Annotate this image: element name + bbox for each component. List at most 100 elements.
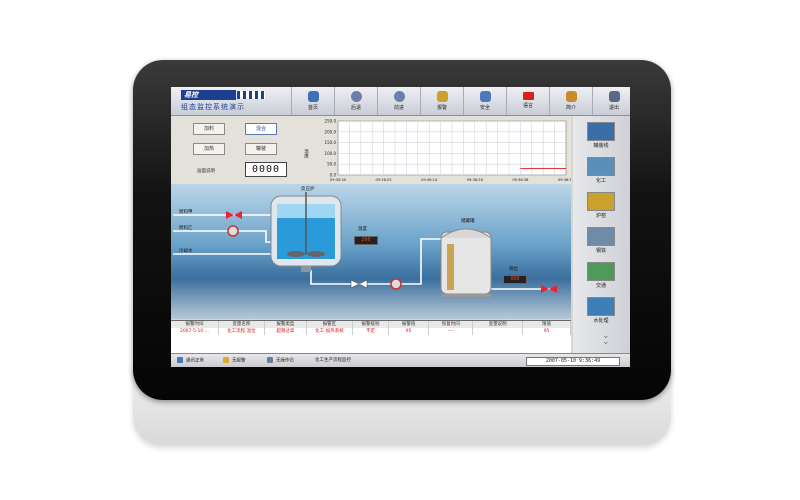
temperature-label: 温度 <box>358 227 367 232</box>
y-tick-label: 150.0 <box>325 140 337 145</box>
pump-feed-b <box>227 225 239 237</box>
forward-icon <box>393 91 405 102</box>
storage-tank-label: 储藏罐 <box>461 219 475 224</box>
alarm-bell-icon <box>436 91 448 102</box>
nav-alarm-button[interactable]: 报警 <box>420 87 463 115</box>
y-tick-label: 200.0 <box>325 129 337 134</box>
shield-icon <box>479 91 491 102</box>
x-tick-label: 09:36:26 <box>467 178 484 182</box>
valve-storage <box>541 285 549 293</box>
x-tick-label: 09:36:38 <box>512 178 529 182</box>
valve-outlet <box>350 279 360 289</box>
valve-storage2 <box>549 285 557 293</box>
side-nav-bottling[interactable]: 罐装线 <box>582 122 620 152</box>
screen-note-link[interactable]: 画面说明 <box>197 168 215 174</box>
home-icon <box>307 91 319 102</box>
datetime-display: 2007-05-10 9:36:49 <box>526 357 620 366</box>
x-tick-label: 09:36:50 <box>558 178 571 182</box>
status-operator: 无操作员 <box>267 357 294 365</box>
y-tick-label: 100.0 <box>325 151 337 156</box>
exit-icon <box>608 91 620 102</box>
nav-forward-button[interactable]: 前进 <box>377 87 420 115</box>
alarm-header-row: 报警时间 变量名称 报警类型 报警区 报警级别 报警值 恢复时间 变量说明 限值 <box>171 321 572 328</box>
side-nav-traffic[interactable]: 交通 <box>582 262 620 292</box>
y-tick-label: 50.0 <box>327 162 336 167</box>
flow-display: 008 <box>503 275 527 284</box>
checker-decoration <box>237 91 265 99</box>
x-tick-label: 09:35:50 <box>330 178 347 182</box>
app-title: 组态监控系统演示 <box>181 103 245 111</box>
nav-home-button[interactable]: 首页 <box>291 87 334 115</box>
side-nav-scroll-down[interactable]: ⌄ ⌄ <box>582 328 620 348</box>
table-row[interactable]: 2007-5-10 ... 化工流程.温位 超限过高 化工-加热系统 不定 95… <box>171 328 572 335</box>
valve-a2 <box>234 211 242 219</box>
y-tick-label: 250.0 <box>325 119 337 124</box>
network-icon <box>177 357 183 363</box>
alarm-table: 报警时间 变量名称 报警类型 报警区 报警级别 报警值 恢复时间 变量说明 限值… <box>171 320 572 354</box>
storage-tank <box>440 228 492 297</box>
hmi-screen: 易控 组态监控系统演示 首页 后退 前进 报警 安全 语言 简介 退出 加料 混… <box>171 87 630 367</box>
side-nav: 罐装线 化工 炉窑 钢铁 交通 水处理 ⌄ ⌄ <box>573 116 630 353</box>
y-tick-label: 0.0 <box>330 173 337 178</box>
col-var-desc: 变量说明 <box>473 321 524 328</box>
alarm-icon <box>223 357 229 363</box>
header-bar: 易控 组态监控系统演示 首页 后退 前进 报警 安全 语言 简介 退出 <box>171 87 630 116</box>
info-icon <box>565 91 577 102</box>
nav-back-button[interactable]: 后退 <box>334 87 377 115</box>
nav-exit-button[interactable]: 退出 <box>592 87 630 115</box>
steel-thumbnail <box>587 227 615 246</box>
col-alarm-level: 报警级别 <box>353 321 390 328</box>
counter-display: 0000 <box>245 162 287 177</box>
side-nav-steel[interactable]: 钢铁 <box>582 227 620 257</box>
valve-outlet2 <box>358 279 368 289</box>
pump-outlet <box>390 278 402 290</box>
process-diagram: 反应炉 原料甲 原料乙 冷却水 温度 260 储藏罐 液位 008 <box>171 184 571 319</box>
side-nav-chemical[interactable]: 化工 <box>582 157 620 187</box>
reactor-vessel <box>270 192 342 272</box>
side-nav-water[interactable]: 水处理 <box>582 297 620 327</box>
add-material-button[interactable]: 加料 <box>193 123 225 135</box>
chevron-down-icon: ⌄ ⌄ <box>602 331 610 347</box>
side-nav-kiln[interactable]: 炉窑 <box>582 192 620 222</box>
nav-security-button[interactable]: 安全 <box>463 87 506 115</box>
logo-area: 易控 组态监控系统演示 <box>177 89 282 113</box>
mix-button[interactable]: 混合 <box>245 123 277 135</box>
feed-a-label: 原料甲 <box>179 210 193 215</box>
chemical-thumbnail <box>587 157 615 176</box>
process-svg <box>173 192 557 297</box>
col-alarm-area: 报警区 <box>307 321 353 328</box>
status-alarm: 无报警 <box>223 357 246 365</box>
col-alarm-value: 报警值 <box>389 321 430 328</box>
col-alarm-time: 报警时间 <box>171 321 219 328</box>
col-var-name: 变量名称 <box>219 321 265 328</box>
col-limit: 限值 <box>523 321 572 328</box>
temperature-display: 260 <box>354 236 378 245</box>
top-nav: 首页 后退 前进 报警 安全 语言 简介 退出 <box>291 87 630 115</box>
x-tick-label: 09:36:14 <box>421 178 438 182</box>
col-recover-time: 恢复时间 <box>429 321 474 328</box>
status-bar: 通讯正常 无报警 无操作员 化工生产流程监控 2007-05-10 9:36:4… <box>171 353 630 367</box>
col-alarm-type: 报警类型 <box>265 321 307 328</box>
x-tick-label: 09:36:02 <box>376 178 392 182</box>
temperature-chart-svg: 250.0 200.0 150.0 100.0 50.0 0.0 温度 09:35:50 09:… <box>304 119 575 183</box>
valve-a <box>226 211 234 219</box>
tank-button[interactable]: 罐装 <box>245 143 277 155</box>
reactor-label: 反应炉 <box>301 187 315 192</box>
status-comm: 通讯正常 <box>177 357 204 365</box>
flow-label: 液位 <box>509 267 518 272</box>
heat-button[interactable]: 加热 <box>193 143 225 155</box>
traffic-thumbnail <box>587 262 615 281</box>
user-icon <box>267 357 273 363</box>
water-label: 冷却水 <box>179 249 193 254</box>
pipe-feed-b <box>173 230 281 243</box>
kiln-thumbnail <box>587 192 615 211</box>
back-icon <box>350 91 362 102</box>
control-panel: 加料 混合 加热 罐装 画面说明 0000 250.0 200.0 150.0 100… <box>171 116 575 185</box>
nav-intro-button[interactable]: 简介 <box>549 87 592 115</box>
bottling-thumbnail <box>587 122 615 141</box>
status-screen-name: 化工生产流程监控 <box>315 358 351 363</box>
flag-icon <box>522 92 534 100</box>
water-thumbnail <box>587 297 615 316</box>
nav-language-button[interactable]: 语言 <box>506 87 549 115</box>
temperature-chart: 250.0 200.0 150.0 100.0 50.0 0.0 温度 09:35:50 09:… <box>296 119 575 185</box>
